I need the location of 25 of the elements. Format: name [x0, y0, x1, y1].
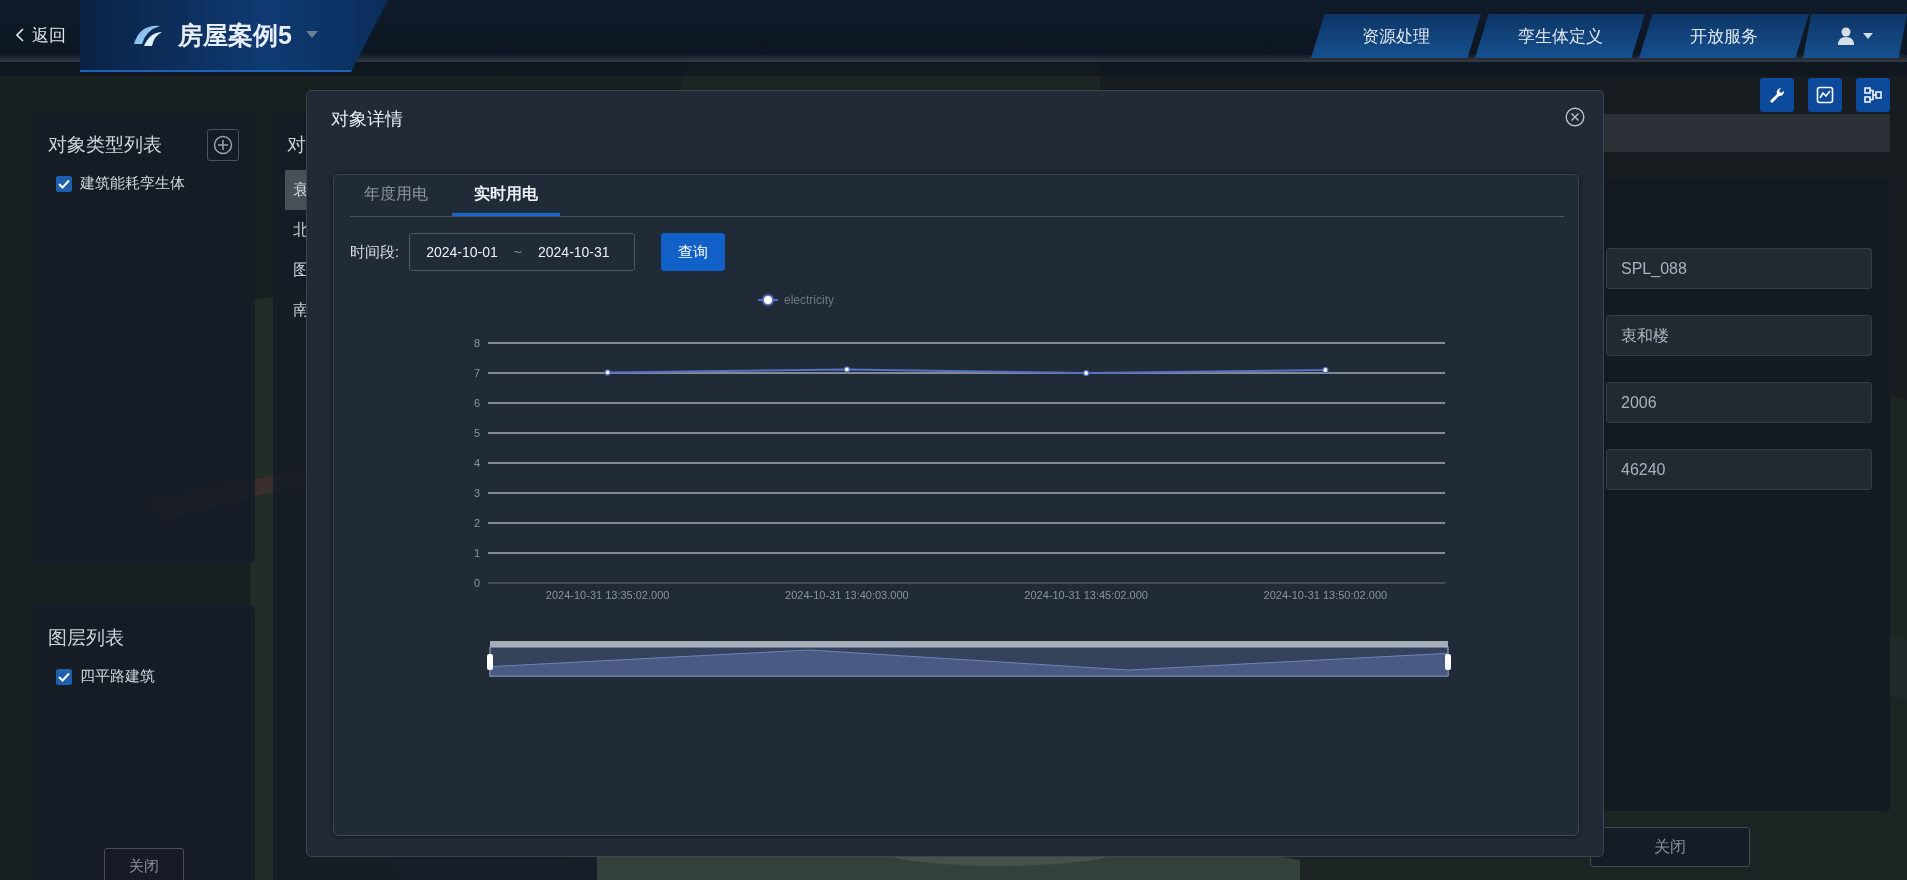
axis-label: 6	[473, 397, 480, 409]
checkbox-label: 四平路建筑	[80, 667, 155, 686]
axis-label: 2024-10-31 13:45:02.000	[1024, 589, 1148, 601]
panel-title: 对	[286, 133, 307, 157]
field-label: 时间段:	[350, 242, 400, 262]
axis-label: 1	[473, 547, 480, 559]
project-title: 房屋案例5	[178, 19, 292, 51]
panel-title: 图层列表	[48, 626, 124, 650]
axis-label: 2	[473, 517, 480, 529]
dialog-title: 对象详情	[331, 108, 403, 131]
axis-label: 8	[473, 337, 480, 349]
axis-label: 0	[473, 577, 480, 589]
axis-label: 5	[473, 427, 480, 439]
range-separator: ~	[513, 244, 522, 260]
panel-title: 对象类型列表	[48, 133, 162, 157]
legend-label: electricity	[784, 293, 835, 307]
start-date: 2024-10-01	[426, 244, 498, 260]
axis-label: 4	[473, 457, 480, 469]
axis-label: 2024-10-31 13:50:02.000	[1263, 589, 1388, 601]
axis-label: 2024-10-31 13:40:03.000	[785, 589, 909, 601]
axis-label: 3	[473, 487, 480, 499]
checkbox-label: 建筑能耗孪生体	[80, 174, 185, 193]
end-date: 2024-10-31	[538, 244, 610, 260]
axis-label: 7	[473, 367, 480, 379]
axis-label: 2024-10-31 13:35:02.000	[545, 589, 670, 601]
